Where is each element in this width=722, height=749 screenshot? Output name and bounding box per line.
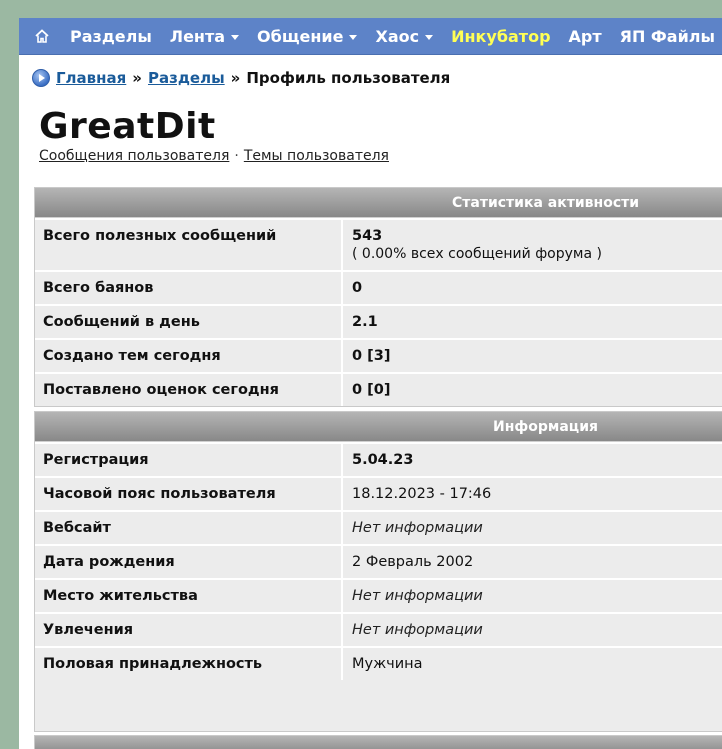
chevron-down-icon	[425, 34, 434, 40]
row-value: Мужчина	[352, 656, 423, 672]
link-separator: ·	[234, 148, 239, 164]
table-row: Сообщений в день 2.1	[35, 304, 722, 338]
table-header: Информация	[35, 412, 722, 442]
row-value: Нет информации	[352, 588, 483, 604]
row-label: Часовой пояс пользователя	[35, 478, 343, 510]
row-value: 18.12.2023 - 17:46	[352, 486, 492, 502]
activity-stats-table: Статистика активности Всего полезных соо…	[34, 187, 722, 407]
breadcrumb-current: Профиль пользователя	[246, 69, 451, 87]
nav-item-communication[interactable]: Общение	[257, 27, 358, 46]
row-label: Место жительства	[35, 580, 343, 612]
table-row: Регистрация 5.04.23	[35, 442, 722, 476]
row-value: 543( 0.00% всех сообщений форума )	[352, 228, 602, 262]
nav-item-art[interactable]: Арт	[569, 27, 602, 46]
user-topics-link[interactable]: Темы пользователя	[244, 148, 389, 164]
profile-links: Сообщения пользователя · Темы пользователя	[39, 148, 389, 164]
row-label: Вебсайт	[35, 512, 343, 544]
breadcrumb-separator: »	[230, 69, 241, 87]
table-row: Часовой пояс пользователя 18.12.2023 - 1…	[35, 476, 722, 510]
row-value: Нет информации	[352, 622, 483, 638]
table-row: Поставлено оценок сегодня 0 [0]	[35, 372, 722, 406]
page-title: GreatDit	[39, 106, 216, 147]
nav-item-sections[interactable]: Разделы	[70, 27, 152, 46]
row-label: Поставлено оценок сегодня	[35, 374, 343, 406]
home-icon[interactable]	[27, 18, 57, 55]
row-label: Всего баянов	[35, 272, 343, 304]
row-value: 5.04.23	[352, 452, 414, 468]
play-circle-icon	[32, 69, 50, 87]
top-nav: Разделы Лента Общение Хаос Инкубатор Арт…	[19, 18, 722, 55]
table-row: Место жительства Нет информации	[35, 578, 722, 612]
table-row: Всего баянов 0	[35, 270, 722, 304]
nav-item-files[interactable]: ЯП Файлы	[620, 27, 715, 46]
table-row: Дата рождения 2 Февраль 2002	[35, 544, 722, 578]
row-value: 0 [0]	[352, 382, 391, 398]
table-row: Увлечения Нет информации	[35, 612, 722, 646]
info-table: Информация Регистрация 5.04.23 Часовой п…	[34, 411, 722, 732]
row-value: 2.1	[352, 314, 378, 330]
row-value: 0	[352, 280, 363, 296]
chevron-down-icon	[349, 34, 358, 40]
page: Разделы Лента Общение Хаос Инкубатор Арт…	[19, 18, 722, 749]
chevron-down-icon	[231, 34, 240, 40]
row-value: 2 Февраль 2002	[352, 554, 474, 570]
breadcrumb-home-link[interactable]: Главная	[56, 69, 126, 87]
breadcrumb-separator: »	[132, 69, 142, 87]
row-subvalue: ( 0.00% всех сообщений форума )	[352, 246, 602, 262]
nav-item-incubator[interactable]: Инкубатор	[451, 27, 550, 46]
breadcrumb: Главная » Разделы » Профиль пользователя	[32, 69, 450, 87]
table-row: Всего полезных сообщений 543( 0.00% всех…	[35, 218, 722, 270]
row-value: 0 [3]	[352, 348, 391, 364]
breadcrumb-sections-link[interactable]: Разделы	[148, 69, 225, 87]
row-value: Нет информации	[352, 520, 483, 536]
table-row: Создано тем сегодня 0 [3]	[35, 338, 722, 372]
row-label: Половая принадлежность	[35, 648, 343, 680]
row-label: Дата рождения	[35, 546, 343, 578]
row-label: Всего полезных сообщений	[35, 220, 343, 270]
table-row: Половая принадлежность Мужчина	[35, 646, 722, 680]
nav-item-feed[interactable]: Лента	[170, 27, 240, 46]
table-header: Статистика активности	[35, 188, 722, 218]
row-label: Увлечения	[35, 614, 343, 646]
user-posts-link[interactable]: Сообщения пользователя	[39, 148, 229, 164]
table-row: Вебсайт Нет информации	[35, 510, 722, 544]
row-label: Регистрация	[35, 444, 343, 476]
row-label: Создано тем сегодня	[35, 340, 343, 372]
nav-item-chaos[interactable]: Хаос	[375, 27, 434, 46]
row-label: Сообщений в день	[35, 306, 343, 338]
next-table-header	[34, 735, 722, 749]
